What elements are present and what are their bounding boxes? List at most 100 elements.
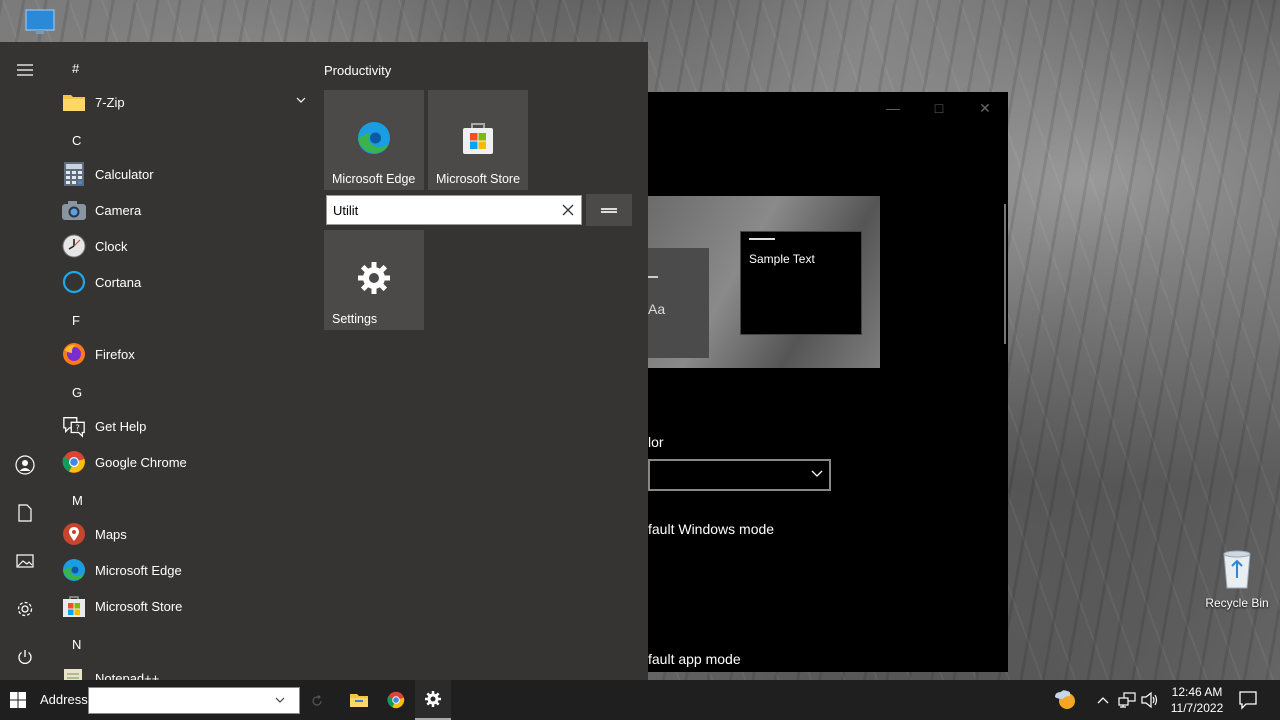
window-controls: — □ ✕ (870, 92, 1008, 124)
group-drag-handle[interactable] (586, 194, 632, 226)
recycle-bin-icon (1220, 548, 1254, 590)
chrome-icon (62, 450, 86, 474)
get-help-icon: ? (62, 414, 86, 438)
app-notepad-plus-plus[interactable]: Notepad++ (62, 660, 312, 680)
taskbar-clock[interactable]: 12:46 AM 11/7/2022 (1166, 684, 1228, 716)
app-microsoft-store[interactable]: Microsoft Store (62, 588, 312, 624)
app-get-help[interactable]: ? Get Help (62, 408, 312, 444)
recycle-bin[interactable]: Recycle Bin (1196, 548, 1278, 610)
close-window-button[interactable]: ✕ (962, 92, 1008, 124)
clock-date: 11/7/2022 (1170, 701, 1224, 715)
address-bar[interactable] (88, 687, 322, 714)
edge-icon (358, 122, 390, 154)
calculator-icon (62, 162, 86, 186)
maximize-button[interactable]: □ (916, 92, 962, 124)
color-mode-dropdown[interactable] (648, 459, 831, 491)
app-label: 7-Zip (95, 94, 125, 110)
letter-header-m[interactable]: M (72, 493, 83, 508)
app-mode-label: fault app mode (648, 651, 741, 667)
app-clock[interactable]: Clock (62, 228, 312, 264)
letter-header-c[interactable]: C (72, 133, 81, 148)
edge-icon (62, 558, 86, 582)
tile-label: Settings (332, 312, 378, 326)
refresh-button[interactable] (303, 688, 331, 713)
letter-header-f[interactable]: F (72, 313, 80, 328)
minimize-button[interactable]: — (870, 92, 916, 124)
windows-logo-icon (10, 692, 26, 708)
app-list: # 7-Zip C Calculator Camera Clock Cortan… (50, 42, 312, 680)
this-pc-icon[interactable] (24, 8, 58, 38)
firefox-icon (62, 342, 86, 366)
scrollbar[interactable] (1004, 204, 1006, 344)
taskbar-settings[interactable] (415, 680, 451, 720)
preview-sample-text: Sample Text (749, 252, 815, 266)
tile-microsoft-edge[interactable]: Microsoft Edge (324, 90, 424, 190)
svg-text:?: ? (75, 423, 79, 433)
tile-group-title[interactable]: Productivity (324, 63, 391, 78)
app-camera[interactable]: Camera (62, 192, 312, 228)
preview-aa: Aa (648, 301, 666, 317)
action-center-icon[interactable] (1238, 690, 1258, 710)
show-hidden-icons-chevron-icon[interactable] (1093, 690, 1113, 710)
group-name-field[interactable] (326, 195, 582, 225)
tiles-area: Productivity Microsoft Edge Microsoft St… (312, 42, 648, 680)
app-calculator[interactable]: Calculator (62, 156, 312, 192)
chevron-down-icon[interactable] (296, 96, 306, 104)
chevron-down-icon[interactable] (275, 696, 285, 704)
taskbar: Address 12:46 AM 11/7/2022 (0, 680, 1280, 720)
pictures-icon[interactable] (13, 549, 37, 573)
taskbar-chrome[interactable] (378, 680, 414, 720)
tile-microsoft-store[interactable]: Microsoft Store (428, 90, 528, 190)
app-label: Firefox (95, 346, 135, 362)
camera-icon (62, 198, 86, 222)
preview-pane-dark: Sample Text (740, 231, 862, 335)
gear-icon (425, 691, 441, 707)
start-button[interactable] (0, 680, 36, 720)
folder-icon (350, 694, 368, 707)
tile-label: Microsoft Store (436, 172, 521, 186)
app-microsoft-edge[interactable]: Microsoft Edge (62, 552, 312, 588)
app-label: Google Chrome (95, 454, 187, 470)
document-icon[interactable] (13, 501, 37, 525)
start-menu: # 7-Zip C Calculator Camera Clock Cortan… (0, 42, 648, 680)
address-input[interactable] (89, 688, 269, 713)
letter-header-hash[interactable]: # (72, 61, 79, 76)
clear-icon[interactable] (561, 203, 575, 217)
clock-time: 12:46 AM (1171, 685, 1223, 699)
letter-header-n[interactable]: N (72, 637, 81, 652)
app-maps[interactable]: Maps (62, 516, 312, 552)
drag-handle-icon (601, 207, 617, 213)
theme-preview: Aa Sample Text (648, 196, 880, 368)
app-label: Clock (95, 238, 128, 254)
notepad-icon (62, 666, 86, 680)
power-icon[interactable] (13, 645, 37, 669)
app-google-chrome[interactable]: Google Chrome (62, 444, 312, 480)
network-icon[interactable] (1117, 690, 1137, 710)
clock-icon (62, 234, 86, 258)
weather-icon[interactable] (1053, 688, 1079, 712)
app-label: Maps (95, 526, 127, 542)
start-rail (0, 42, 50, 680)
hamburger-icon[interactable] (13, 58, 37, 82)
chevron-down-icon (811, 470, 823, 477)
settings-gear-icon (358, 262, 390, 294)
app-firefox[interactable]: Firefox (62, 336, 312, 372)
refresh-icon (312, 694, 322, 706)
tile-settings[interactable]: Settings (324, 230, 424, 330)
app-7zip[interactable]: 7-Zip (62, 84, 312, 120)
settings-icon[interactable] (13, 597, 37, 621)
chrome-icon (387, 691, 405, 709)
preview-pane-light: Aa (648, 248, 709, 358)
taskbar-file-explorer[interactable] (341, 680, 377, 720)
maps-icon (62, 522, 86, 546)
app-cortana[interactable]: Cortana (62, 264, 312, 300)
address-toolbar-label: Address (40, 692, 88, 707)
app-label: Microsoft Store (95, 598, 183, 614)
store-icon (62, 594, 86, 618)
app-label: Microsoft Edge (95, 562, 182, 578)
letter-header-g[interactable]: G (72, 385, 82, 400)
user-icon[interactable] (13, 453, 37, 477)
store-icon (463, 123, 493, 154)
group-name-input[interactable] (327, 196, 557, 224)
volume-icon[interactable] (1140, 690, 1160, 710)
